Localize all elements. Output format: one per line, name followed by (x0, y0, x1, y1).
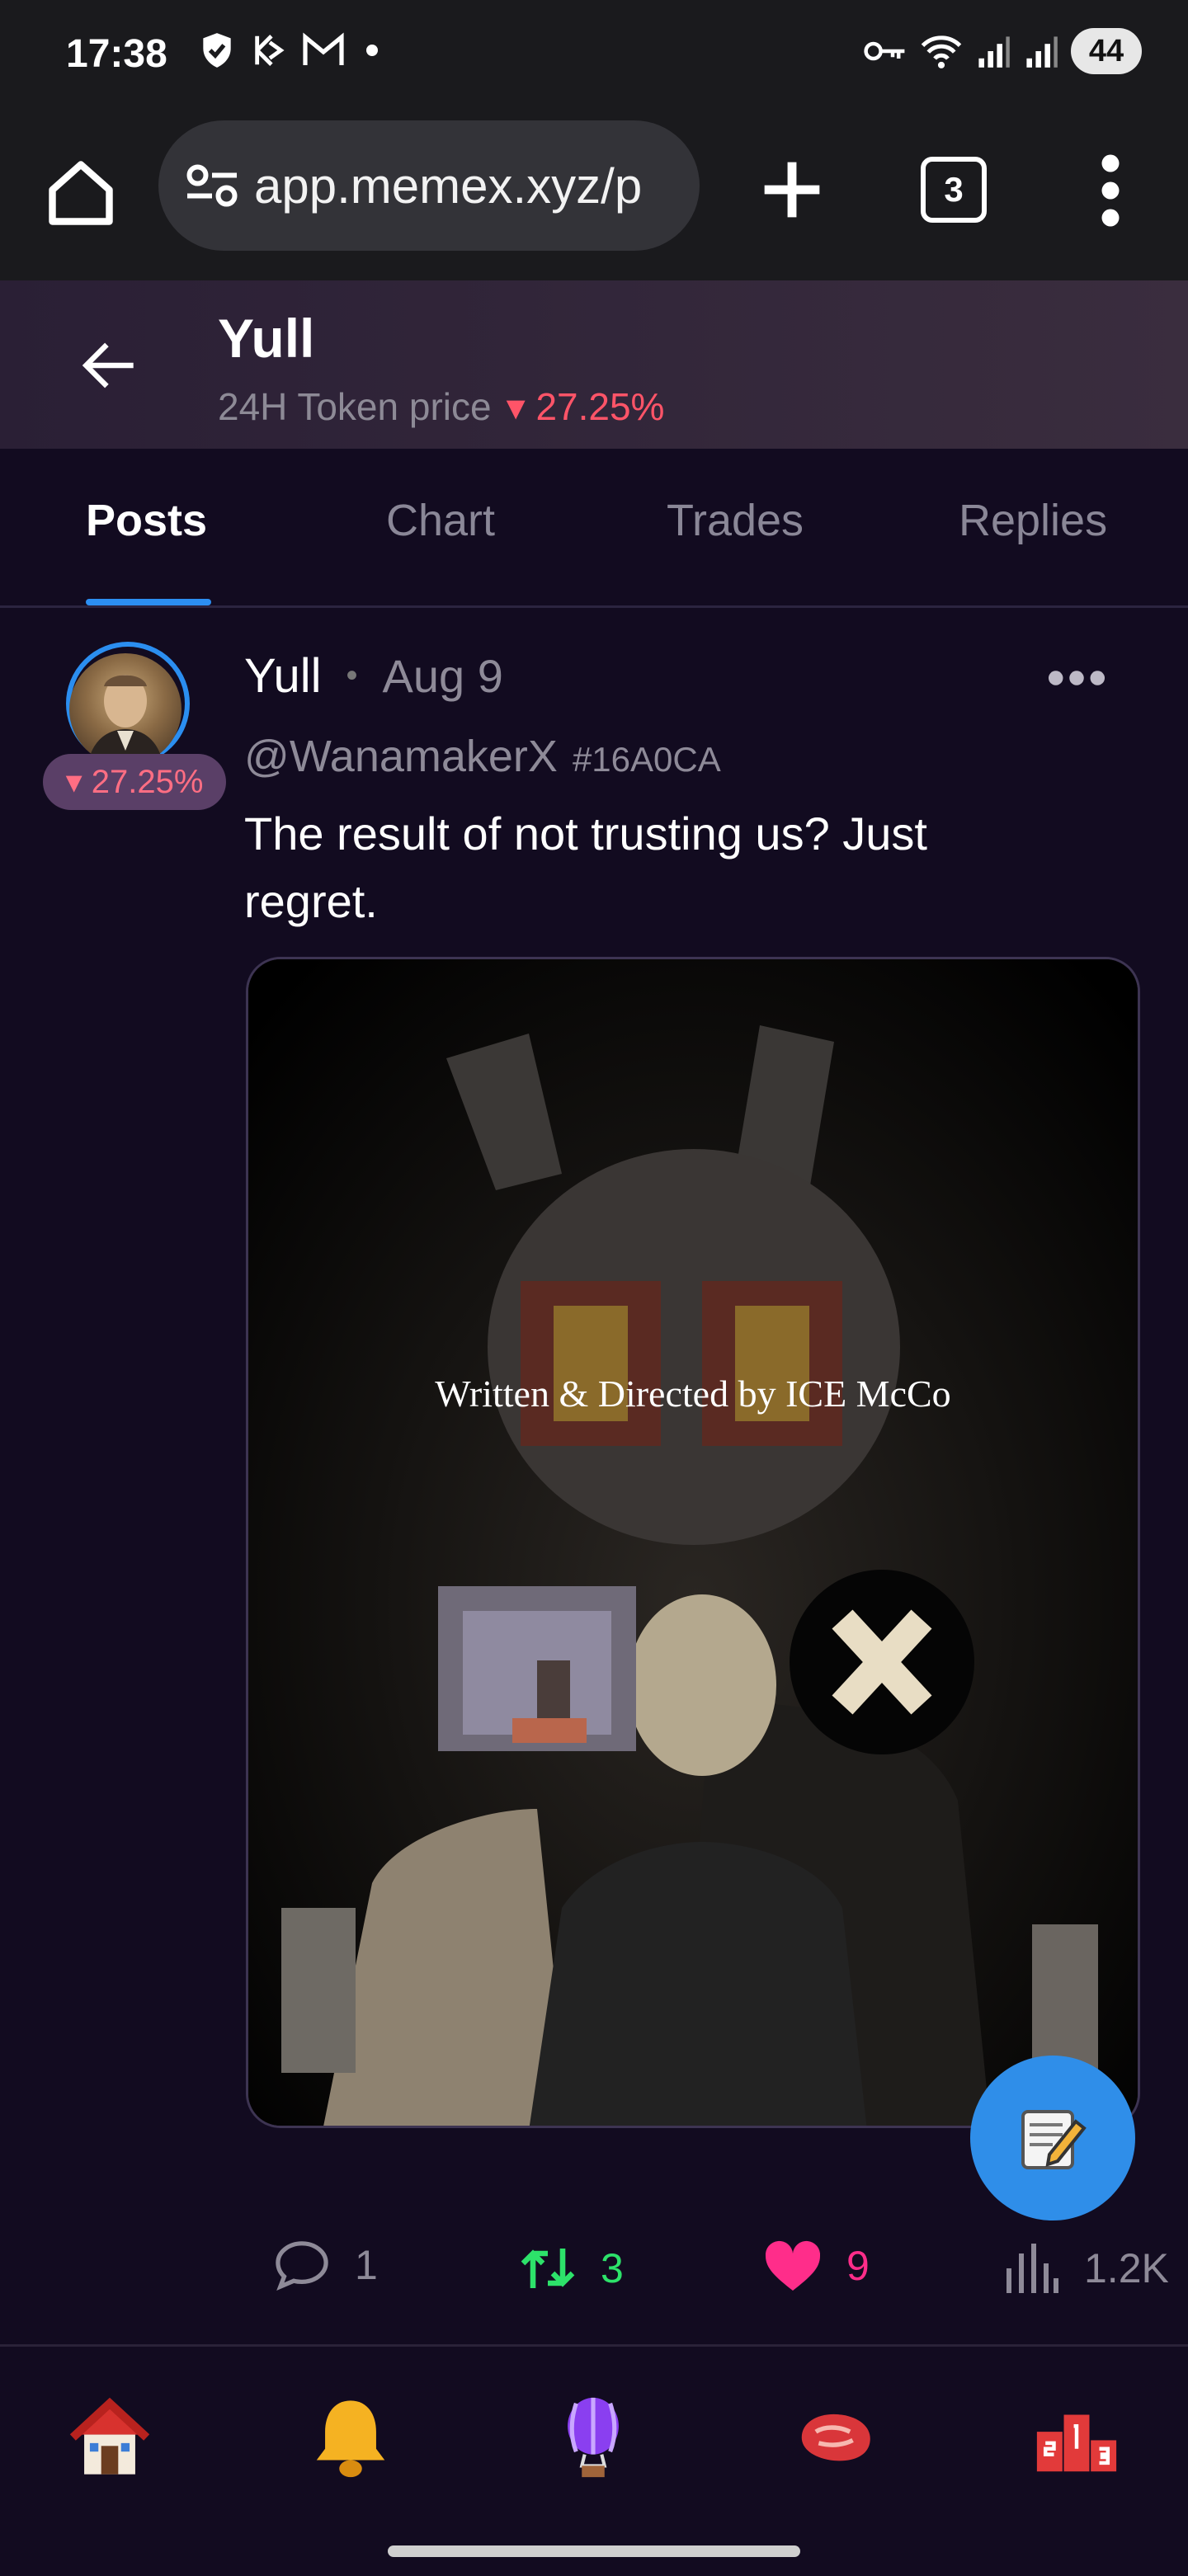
avatar-price-badge: ▾ 27.25% (43, 754, 226, 810)
tab-replies[interactable]: Replies (959, 495, 1107, 546)
avatar[interactable] (69, 653, 182, 765)
status-system-icons: 44 (863, 28, 1142, 74)
post-image[interactable]: Written & Directed by ICE McCo (246, 957, 1140, 2128)
views-action[interactable]: 1.2K (1002, 2239, 1169, 2298)
key-icon (864, 41, 905, 61)
post-text: The result of not trusting us? Just regr… (244, 808, 927, 927)
post-handle[interactable]: @WanamakerX (244, 731, 558, 782)
like-count: 9 (846, 2243, 870, 2289)
balloon-icon[interactable] (548, 2392, 639, 2483)
site-settings-icon[interactable] (183, 161, 241, 210)
compose-icon (1021, 2110, 1087, 2169)
wifi-icon (921, 35, 962, 68)
url-text[interactable]: app.memex.xyz/p (254, 158, 642, 214)
k-logo-icon (255, 35, 285, 66)
shield-icon (203, 33, 231, 68)
podium-icon[interactable] (1031, 2392, 1122, 2483)
token-price-label: 24H Token price (218, 385, 492, 428)
gmail-icon (303, 32, 344, 65)
view-count: 1.2K (1084, 2245, 1169, 2291)
status-notification-icons (196, 30, 378, 71)
battery-indicator: 44 (1071, 28, 1142, 74)
like-action[interactable]: 9 (762, 2239, 870, 2293)
tab-chart[interactable]: Chart (386, 495, 495, 546)
tab-posts[interactable]: Posts (86, 495, 207, 546)
views-chart-icon (1006, 2244, 1058, 2293)
active-tab-indicator (86, 599, 211, 605)
comment-action[interactable]: 1 (272, 2239, 378, 2291)
browser-home-button[interactable] (43, 155, 119, 231)
post-date: Aug 9 (382, 650, 503, 702)
token-price-change: ▾ 27.25% (506, 385, 665, 428)
gesture-home-indicator[interactable] (388, 2545, 800, 2557)
home-icon[interactable] (64, 2392, 155, 2483)
browser-menu-icon[interactable] (1089, 153, 1132, 228)
post-author[interactable]: Yull (244, 648, 322, 704)
compose-post-button[interactable] (970, 2056, 1135, 2220)
new-tab-button[interactable] (751, 148, 833, 231)
portrait-icon (87, 675, 163, 765)
comment-icon (276, 2241, 328, 2291)
heart-icon (765, 2240, 821, 2291)
url-bar[interactable]: app.memex.xyz/p (158, 120, 700, 251)
signal-icon-2 (1026, 36, 1058, 68)
tab-trades[interactable]: Trades (667, 495, 804, 546)
repost-icon (521, 2249, 575, 2288)
page-title: Yull (218, 308, 315, 369)
token-price-summary: 24H Token price ▾ 27.25% (218, 384, 664, 429)
movie-poster-illustration (248, 959, 1138, 2126)
poster-credit-text: Written & Directed by ICE McCo (435, 1373, 951, 1415)
comment-count: 1 (355, 2242, 378, 2288)
signal-icon-1 (978, 36, 1010, 68)
post-handle-row: @WanamakerX #16A0CA (244, 731, 721, 782)
tab-count: 3 (921, 157, 987, 223)
post-more-icon[interactable] (1048, 660, 1106, 696)
repost-count: 3 (601, 2245, 624, 2291)
more-notifications-dot (366, 45, 378, 56)
post-hash-tag: #16A0CA (572, 740, 721, 779)
bell-icon[interactable] (305, 2392, 396, 2483)
status-time: 17:38 (66, 32, 167, 76)
repost-action[interactable]: 3 (518, 2239, 624, 2298)
meta-separator: • (346, 657, 358, 694)
steak-icon[interactable] (790, 2392, 881, 2483)
tab-switcher-button[interactable]: 3 (916, 152, 992, 228)
back-arrow-icon[interactable] (74, 330, 145, 401)
post-meta: Yull • Aug 9 (244, 648, 503, 704)
